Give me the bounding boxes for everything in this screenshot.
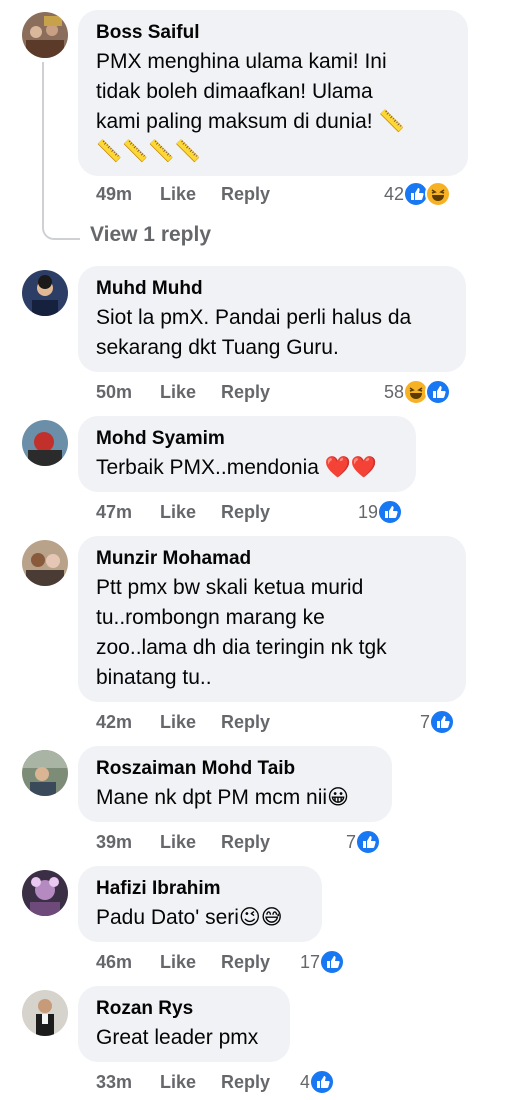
reply-thread-line (42, 62, 80, 240)
reply-button[interactable]: Reply (221, 1072, 270, 1093)
like-button[interactable]: Like (160, 1072, 221, 1093)
comment-line: Ptt pmx bw skali ketua murid (96, 576, 364, 599)
reaction-summary[interactable]: 19 (358, 499, 404, 525)
reaction-count: 42 (384, 183, 405, 204)
comment-bubble: Hafizi Ibrahim Padu Dato' seri😉😅 (78, 866, 322, 942)
comment-text: Padu Dato' seri😉😅 (96, 903, 304, 933)
comment-text: Great leader pmx (96, 1023, 272, 1053)
commenter-name[interactable]: Hafizi Ibrahim (96, 877, 304, 901)
like-button[interactable]: Like (160, 712, 221, 733)
comment-time[interactable]: 49m (96, 184, 160, 205)
commenter-name[interactable]: Roszaiman Mohd Taib (96, 757, 374, 781)
comment-bubble: Munzir Mohamad Ptt pmx bw skali ketua mu… (78, 536, 466, 702)
comment-time[interactable]: 50m (96, 382, 160, 403)
like-button[interactable]: Like (160, 832, 221, 853)
comment-bubble: Muhd Muhd Siot la pmX. Pandai perli halu… (78, 266, 466, 372)
reaction-summary[interactable]: 58 (384, 379, 452, 405)
comment-text: Mane nk dpt PM mcm nii😀 (96, 783, 374, 813)
like-icon (355, 829, 382, 855)
reaction-count: 17 (300, 951, 321, 972)
comment-actions: 47m Like Reply (96, 499, 476, 525)
view-replies-link[interactable]: View 1 reply (90, 223, 211, 247)
avatar[interactable] (22, 540, 68, 586)
comment-time[interactable]: 39m (96, 832, 160, 853)
reaction-summary[interactable]: 17 (300, 949, 346, 975)
like-icon (429, 709, 456, 735)
like-button[interactable]: Like (160, 382, 221, 403)
comment-line: tu..rombongn marang ke (96, 606, 325, 629)
haha-icon (425, 181, 452, 207)
like-icon (309, 1069, 336, 1095)
comment-actions: 39m Like Reply (96, 829, 476, 855)
comment-line: Great leader pmx (96, 1026, 259, 1049)
comment-bubble: Mohd Syamim Terbaik PMX..mendonia ❤️❤️ (78, 416, 416, 492)
comment-line: Mane nk dpt PM mcm nii😀 (96, 786, 349, 809)
like-icon (319, 949, 346, 975)
like-icon (377, 499, 404, 525)
reaction-count: 19 (358, 501, 379, 522)
comment-text: Ptt pmx bw skali ketua murid tu..rombong… (96, 573, 448, 693)
comment-line: binatang tu.. (96, 666, 212, 689)
comment-line: Siot la pmX. Pandai perli halus da (96, 306, 412, 329)
comment-line: Terbaik PMX..mendonia ❤️❤️ (96, 456, 378, 479)
comment-line: Padu Dato' seri😉😅 (96, 906, 283, 929)
comment-bubble: Boss Saiful PMX menghina ulama kami! Ini… (78, 10, 468, 176)
reply-button[interactable]: Reply (221, 712, 270, 733)
reaction-count: 58 (384, 381, 405, 402)
reply-button[interactable]: Reply (221, 184, 270, 205)
comment-time[interactable]: 46m (96, 952, 160, 973)
avatar[interactable] (22, 420, 68, 466)
comment-time[interactable]: 33m (96, 1072, 160, 1093)
reply-button[interactable]: Reply (221, 832, 270, 853)
comment-time[interactable]: 47m (96, 502, 160, 523)
like-button[interactable]: Like (160, 502, 221, 523)
like-button[interactable]: Like (160, 184, 221, 205)
comment-line: 📏📏📏📏 (96, 140, 201, 163)
avatar[interactable] (22, 750, 68, 796)
comment-line: kami paling maksum di dunia! 📏 (96, 110, 405, 133)
commenter-name[interactable]: Muhd Muhd (96, 277, 448, 301)
comment-text: Siot la pmX. Pandai perli halus da sekar… (96, 303, 448, 363)
comment-line: sekarang dkt Tuang Guru. (96, 336, 339, 359)
comment-actions: 33m Like Reply (96, 1069, 476, 1095)
comment-line: tidak boleh dimaafkan! Ulama (96, 80, 373, 103)
comment-actions: 42m Like Reply (96, 709, 476, 735)
reaction-summary[interactable]: 7 (346, 829, 382, 855)
reply-button[interactable]: Reply (221, 382, 270, 403)
commenter-name[interactable]: Boss Saiful (96, 21, 450, 45)
comment-actions: 46m Like Reply (96, 949, 476, 975)
like-icon (425, 379, 452, 405)
reaction-summary[interactable]: 7 (420, 709, 456, 735)
comment-text: PMX menghina ulama kami! Ini tidak boleh… (96, 47, 450, 167)
avatar[interactable] (22, 990, 68, 1036)
comment-bubble: Roszaiman Mohd Taib Mane nk dpt PM mcm n… (78, 746, 392, 822)
commenter-name[interactable]: Munzir Mohamad (96, 547, 448, 571)
comment-line: PMX menghina ulama kami! Ini (96, 50, 387, 73)
reply-button[interactable]: Reply (221, 952, 270, 973)
commenter-name[interactable]: Mohd Syamim (96, 427, 398, 451)
reply-button[interactable]: Reply (221, 502, 270, 523)
avatar[interactable] (22, 870, 68, 916)
comment-text: Terbaik PMX..mendonia ❤️❤️ (96, 453, 398, 483)
comment-bubble: Rozan Rys Great leader pmx (78, 986, 290, 1062)
reaction-summary[interactable]: 42 (384, 181, 452, 207)
avatar[interactable] (22, 270, 68, 316)
reaction-summary[interactable]: 4 (300, 1069, 336, 1095)
comment-time[interactable]: 42m (96, 712, 160, 733)
comment-line: zoo..lama dh dia teringin nk tgk (96, 636, 387, 659)
commenter-name[interactable]: Rozan Rys (96, 997, 272, 1021)
avatar[interactable] (22, 12, 68, 58)
like-button[interactable]: Like (160, 952, 221, 973)
